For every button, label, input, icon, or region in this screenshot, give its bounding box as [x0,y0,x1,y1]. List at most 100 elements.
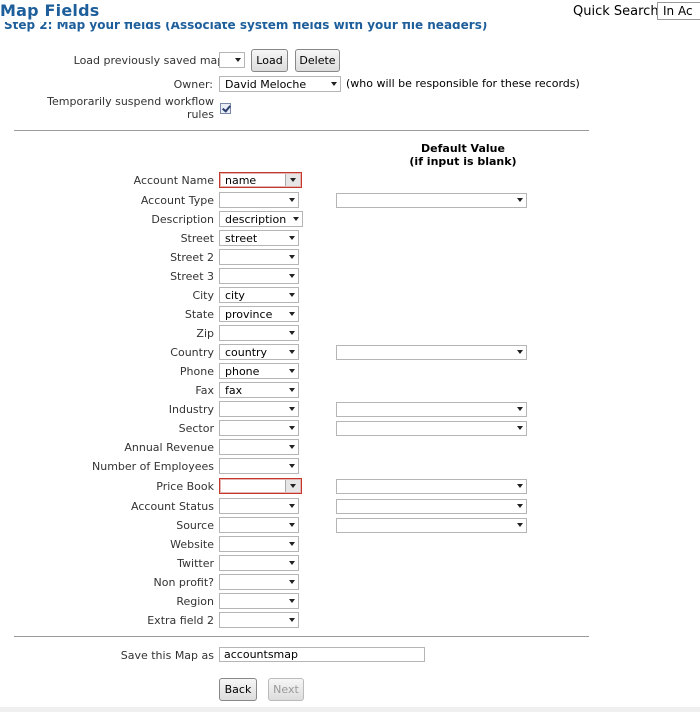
next-button[interactable]: Next [268,678,304,701]
field-label: Website [170,538,214,551]
chevron-down-icon [517,198,523,202]
field-mapping-select[interactable]: country [219,344,299,360]
back-button[interactable]: Back [219,678,257,701]
field-mapping-select[interactable] [219,192,299,208]
divider [14,636,589,637]
field-label: Number of Employees [92,460,214,473]
field-label: Phone [179,365,214,378]
default-value-select[interactable] [336,499,527,514]
field-label: Street 2 [170,251,214,264]
owner-value: David Meloche [225,78,307,91]
field-mapping-select[interactable]: name [219,172,302,188]
field-label: Fax [195,384,214,397]
field-mapping-select[interactable]: phone [219,363,299,379]
field-label: State [184,308,214,321]
save-map-label: Save this Map as [120,649,214,662]
field-label: Sector [178,422,214,435]
field-mapping-select[interactable] [219,458,299,474]
chevron-down-icon [289,523,295,527]
field-mapping-select[interactable] [219,268,299,284]
bottom-strip [0,707,700,712]
chevron-down-icon [289,504,295,508]
saved-map-select[interactable] [219,52,245,68]
quick-search-input[interactable]: In Ac [657,2,700,20]
field-mapping-value: street [225,232,258,245]
chevron-down-icon [331,82,337,86]
chevron-down-icon [289,312,295,316]
chevron-down-icon [517,426,523,430]
field-label: Account Status [131,500,214,513]
field-mapping-select[interactable] [219,478,302,494]
default-value-header-line1: Default Value [421,142,505,155]
field-mapping-select[interactable] [219,536,299,552]
field-label: Street 3 [170,270,214,283]
default-value-header: Default Value (if input is blank) [390,142,536,168]
default-value-select[interactable] [336,479,527,494]
chevron-down-icon [289,198,295,202]
field-mapping-select[interactable] [219,420,299,436]
default-value-select[interactable] [336,193,527,208]
chevron-down-icon [289,618,295,622]
field-mapping-select[interactable] [219,517,299,533]
field-mapping-select[interactable]: street [219,230,299,246]
chevron-down-icon [289,369,295,373]
field-mapping-value: phone [225,365,260,378]
chevron-down-icon [289,561,295,565]
suspend-workflow-checkbox[interactable] [220,103,231,114]
field-label: Twitter [177,557,214,570]
chevron-down-icon [289,274,295,278]
save-map-input[interactable]: accountsmap [219,647,425,662]
field-label: Non profit? [153,576,215,589]
field-label: Country [170,346,214,359]
field-mapping-value: description [225,213,287,226]
chevron-down-icon [517,407,523,411]
chevron-down-icon [517,504,523,508]
suspend-workflow-label: Temporarily suspend workflow rules [47,95,214,121]
field-mapping-select[interactable] [219,325,299,341]
owner-select[interactable]: David Meloche [219,76,341,92]
default-value-select[interactable] [336,402,527,417]
field-label: Description [151,213,214,226]
field-label: Region [176,595,214,608]
chevron-down-icon [235,58,241,62]
field-mapping-select[interactable]: province [219,306,299,322]
divider [14,130,589,131]
field-label: Annual Revenue [124,441,214,454]
field-mapping-value: city [225,289,245,302]
default-value-select[interactable] [336,518,527,533]
default-value-select[interactable] [336,421,527,436]
delete-button[interactable]: Delete [295,49,340,72]
field-mapping-select[interactable]: fax [219,382,299,398]
field-mapping-value: country [225,346,268,359]
chevron-down-icon [289,407,295,411]
chevron-down-icon [290,484,296,488]
field-mapping-select[interactable] [219,249,299,265]
default-value-select[interactable] [336,345,527,360]
field-mapping-value: province [225,308,273,321]
chevron-down-icon [289,388,295,392]
field-mapping-select[interactable] [219,574,299,590]
field-label: Source [176,519,214,532]
field-mapping-select[interactable] [219,593,299,609]
chevron-down-icon [289,542,295,546]
chevron-down-icon [289,464,295,468]
load-button[interactable]: Load [251,49,288,72]
field-label: City [192,289,214,302]
field-label: Zip [196,327,214,340]
field-mapping-value: fax [225,384,243,397]
field-mapping-select[interactable] [219,555,299,571]
dropdown-button [285,174,300,186]
suspend-workflow-label-line2: rules [186,108,214,121]
chevron-down-icon [289,599,295,603]
field-mapping-select[interactable] [219,439,299,455]
chevron-down-icon [517,350,523,354]
field-mapping-select[interactable] [219,401,299,417]
chevron-down-icon [289,350,295,354]
field-mapping-select[interactable]: city [219,287,299,303]
field-mapping-select[interactable] [219,498,299,514]
quick-search-label: Quick Search [573,4,659,19]
field-label: Street [180,232,214,245]
field-mapping-select[interactable] [219,612,299,628]
field-mapping-select[interactable]: description [219,211,303,227]
chevron-down-icon [289,236,295,240]
